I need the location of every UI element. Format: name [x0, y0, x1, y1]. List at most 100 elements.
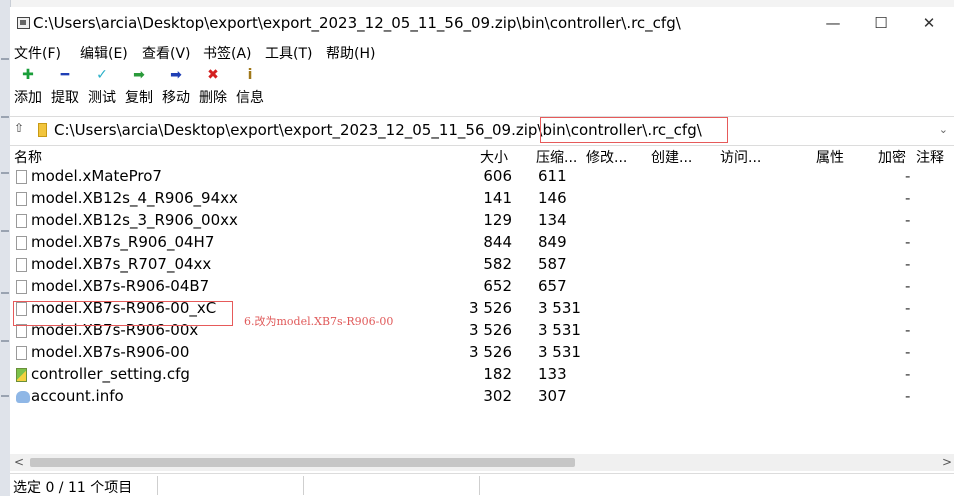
- info-icon: i: [247, 67, 253, 83]
- extract-icon: ━: [60, 67, 70, 83]
- move-button[interactable]: ➡ 移动: [158, 65, 194, 113]
- delete-button[interactable]: ✖ 删除: [195, 65, 231, 113]
- info-button[interactable]: i 信息: [232, 65, 268, 113]
- address-bar[interactable]: ⇧ C:\Users\arcia\Desktop\export\export_2…: [10, 116, 954, 146]
- add-icon: ✚: [22, 67, 34, 83]
- info-file-icon: [16, 391, 30, 403]
- file-size: 3 526: [469, 321, 512, 339]
- info-label: 信息: [236, 90, 264, 106]
- file-packed-size: 657: [538, 277, 567, 295]
- delete-label: 删除: [199, 90, 227, 106]
- file-row[interactable]: model.XB7s-R906-04B7 652 657 -: [10, 276, 954, 298]
- file-row[interactable]: model.XB7s_R707_04xx 582 587 -: [10, 254, 954, 276]
- delete-icon: ✖: [207, 67, 219, 83]
- file-size: 129: [483, 211, 512, 229]
- maximize-button[interactable]: ☐: [858, 11, 904, 35]
- file-encrypted: -: [905, 211, 911, 229]
- column-encrypted[interactable]: 加密: [878, 147, 906, 167]
- column-accessed[interactable]: 访问...: [720, 147, 761, 167]
- menu-help[interactable]: 帮助(H): [326, 43, 375, 63]
- filename-highlight-box: [13, 301, 233, 326]
- scroll-right-icon[interactable]: >: [942, 455, 952, 469]
- config-file-icon: [16, 368, 27, 382]
- rename-annotation: 6.改为model.XB7s-R906-00: [244, 315, 394, 328]
- extract-label: 提取: [51, 90, 79, 106]
- file-row[interactable]: model.XB7s_R906_04H7 844 849 -: [10, 232, 954, 254]
- file-packed-size: 849: [538, 233, 567, 251]
- column-modified[interactable]: 修改...: [586, 147, 627, 167]
- file-name: model.XB12s_4_R906_94xx: [31, 189, 238, 207]
- column-created[interactable]: 创建...: [651, 147, 692, 167]
- test-button[interactable]: ✓ 测试: [84, 65, 120, 113]
- file-size: 652: [483, 277, 512, 295]
- file-encrypted: -: [905, 321, 911, 339]
- file-icon: [16, 280, 27, 294]
- column-name[interactable]: 名称: [14, 147, 42, 167]
- menu-tools[interactable]: 工具(T): [265, 43, 312, 63]
- file-row[interactable]: controller_setting.cfg 182 133 -: [10, 364, 954, 386]
- file-icon: [16, 170, 27, 184]
- column-comment[interactable]: 注释: [916, 147, 944, 167]
- file-packed-size: 3 531: [538, 321, 581, 339]
- file-icon: [16, 346, 27, 360]
- file-name: model.XB7s-R906-04B7: [31, 277, 210, 295]
- file-name: account.info: [31, 387, 124, 405]
- file-size: 3 526: [469, 299, 512, 317]
- folder-icon: [38, 123, 47, 137]
- chevron-down-icon[interactable]: ⌄: [939, 123, 948, 136]
- up-folder-icon[interactable]: ⇧: [14, 121, 24, 135]
- file-icon: [16, 192, 27, 206]
- column-size[interactable]: 大小: [480, 147, 508, 167]
- column-header: 名称 大小 压缩... 修改... 创建... 访问... 属性 加密 注释: [10, 144, 954, 166]
- file-encrypted: -: [905, 365, 911, 383]
- file-encrypted: -: [905, 343, 911, 361]
- file-packed-size: 307: [538, 387, 567, 405]
- close-button[interactable]: ✕: [906, 11, 952, 35]
- file-icon: [16, 214, 27, 228]
- copy-button[interactable]: ➡ 复制: [121, 65, 157, 113]
- file-packed-size: 611: [538, 167, 567, 185]
- scrollbar-thumb[interactable]: [30, 458, 575, 467]
- minimize-button[interactable]: —: [810, 11, 856, 35]
- menu-view[interactable]: 查看(V): [142, 43, 191, 63]
- extract-button[interactable]: ━ 提取: [47, 65, 83, 113]
- file-row[interactable]: account.info 302 307 -: [10, 386, 954, 408]
- horizontal-scrollbar[interactable]: < >: [10, 454, 954, 471]
- file-row[interactable]: model.xMatePro7 606 611 -: [10, 166, 954, 188]
- file-icon: [16, 324, 27, 338]
- status-bar: 选定 0 / 11 个项目: [10, 473, 954, 497]
- file-row[interactable]: model.XB7s-R906-00 3 526 3 531 -: [10, 342, 954, 364]
- file-size: 3 526: [469, 343, 512, 361]
- path-highlight-box: [540, 117, 728, 143]
- file-name: model.XB7s-R906-00: [31, 343, 190, 361]
- status-selection-text: 选定 0 / 11 个项目: [13, 480, 133, 496]
- menu-edit[interactable]: 编辑(E): [80, 43, 128, 63]
- file-row[interactable]: model.XB12s_4_R906_94xx 141 146 -: [10, 188, 954, 210]
- move-label: 移动: [162, 90, 190, 106]
- toolbar: ✚ 添加 ━ 提取 ✓ 测试 ➡ 复制 ➡ 移动 ✖ 删除 i 信息: [10, 65, 954, 113]
- window-title: C:\Users\arcia\Desktop\export\export_202…: [33, 14, 681, 32]
- file-encrypted: -: [905, 167, 911, 185]
- file-name: controller_setting.cfg: [31, 365, 190, 383]
- file-encrypted: -: [905, 233, 911, 251]
- menu-bookmarks[interactable]: 书签(A): [203, 43, 252, 63]
- file-name: model.XB7s_R707_04xx: [31, 255, 212, 273]
- file-name: model.XB12s_3_R906_00xx: [31, 211, 238, 229]
- file-size: 182: [483, 365, 512, 383]
- menu-file[interactable]: 文件(F): [14, 43, 61, 63]
- add-label: 添加: [14, 90, 42, 106]
- file-encrypted: -: [905, 189, 911, 207]
- add-button[interactable]: ✚ 添加: [10, 65, 46, 113]
- file-packed-size: 133: [538, 365, 567, 383]
- file-packed-size: 3 531: [538, 299, 581, 317]
- file-encrypted: -: [905, 299, 911, 317]
- title-bar: C:\Users\arcia\Desktop\export\export_202…: [10, 7, 954, 41]
- move-icon: ➡: [170, 67, 182, 83]
- file-size: 302: [483, 387, 512, 405]
- column-attributes[interactable]: 属性: [816, 147, 844, 167]
- file-size: 606: [483, 167, 512, 185]
- scroll-left-icon[interactable]: <: [14, 455, 24, 469]
- file-row[interactable]: model.XB12s_3_R906_00xx 129 134 -: [10, 210, 954, 232]
- column-packed-size[interactable]: 压缩...: [536, 147, 577, 167]
- file-encrypted: -: [905, 277, 911, 295]
